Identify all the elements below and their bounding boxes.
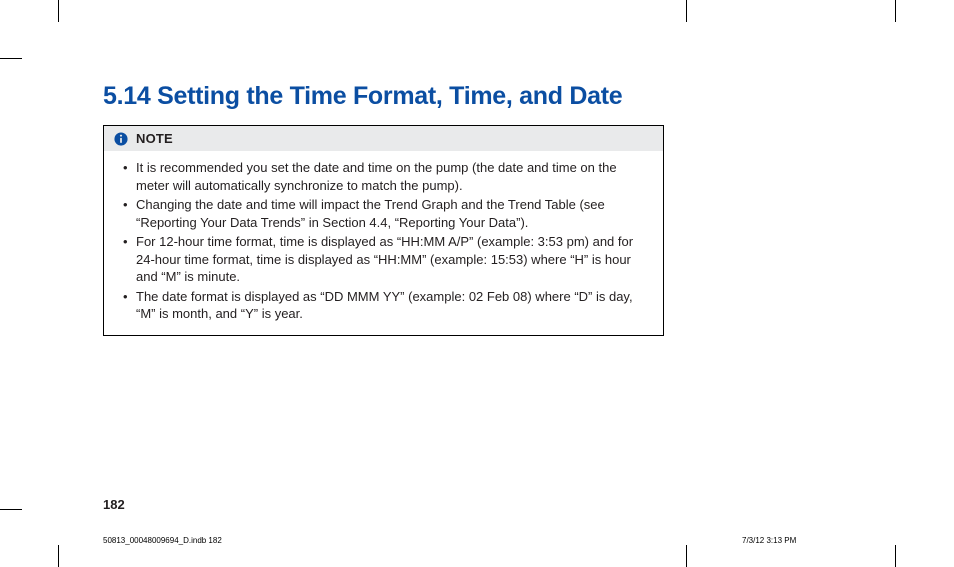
note-item: Changing the date and time will impact t… — [127, 196, 649, 231]
crop-mark — [895, 0, 896, 22]
crop-mark — [686, 545, 687, 567]
info-icon — [114, 132, 128, 146]
note-box: NOTE It is recommended you set the date … — [103, 125, 664, 336]
page-number: 182 — [103, 497, 125, 512]
note-header: NOTE — [104, 126, 663, 151]
note-label: NOTE — [136, 131, 173, 146]
note-item: For 12-hour time format, time is display… — [127, 233, 649, 286]
note-item: It is recommended you set the date and t… — [127, 159, 649, 194]
crop-mark — [58, 545, 59, 567]
section-title: 5.14 Setting the Time Format, Time, and … — [103, 82, 673, 111]
crop-mark — [0, 58, 22, 59]
crop-mark — [895, 545, 896, 567]
note-body: It is recommended you set the date and t… — [104, 151, 663, 335]
note-list: It is recommended you set the date and t… — [118, 159, 649, 323]
page-content: 5.14 Setting the Time Format, Time, and … — [103, 82, 673, 336]
crop-mark — [0, 509, 22, 510]
crop-mark — [686, 0, 687, 22]
crop-mark — [58, 0, 59, 22]
imprint-timestamp: 7/3/12 3:13 PM — [742, 536, 796, 545]
note-item: The date format is displayed as “DD MMM … — [127, 288, 649, 323]
imprint-filename: 50813_00048009694_D.indb 182 — [103, 536, 222, 545]
